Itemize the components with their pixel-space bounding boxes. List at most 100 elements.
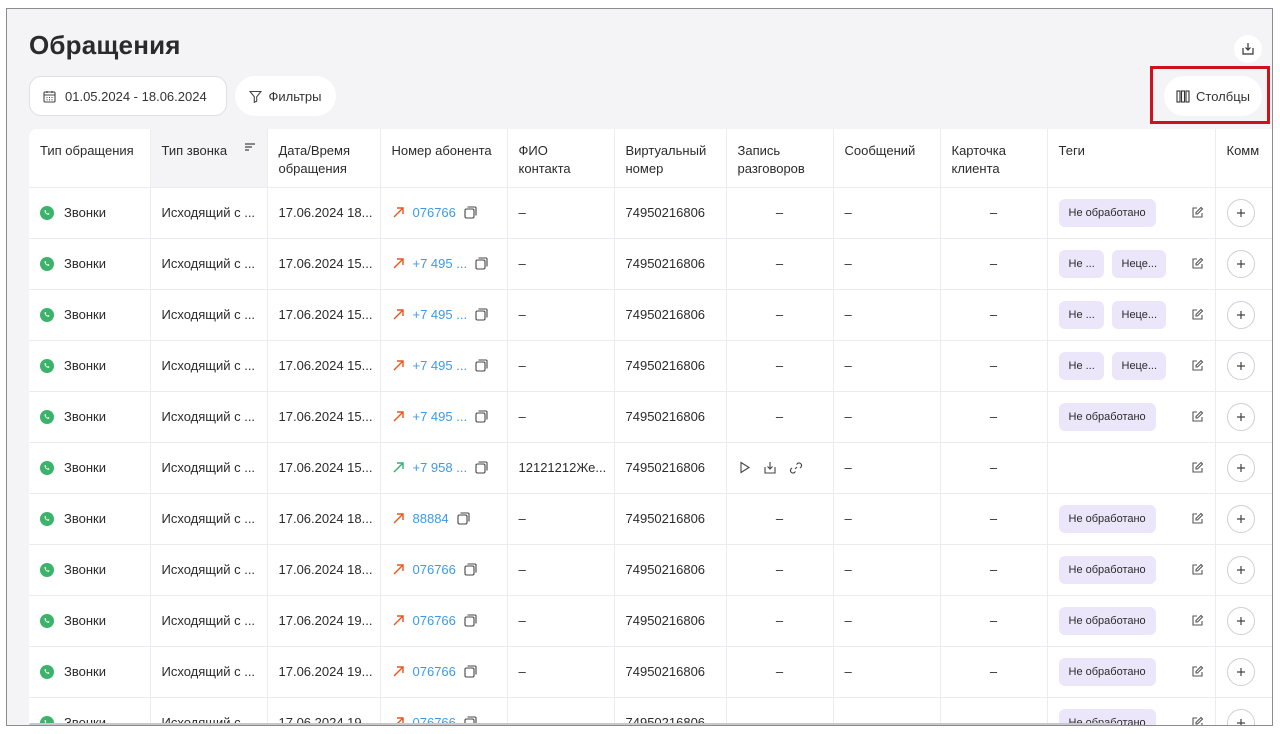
edit-icon[interactable] xyxy=(1191,206,1204,219)
add-comment-button[interactable] xyxy=(1226,453,1255,482)
edit-icon[interactable] xyxy=(1191,461,1204,474)
add-comment-button[interactable] xyxy=(1226,606,1255,635)
tag-chip[interactable]: Не ... xyxy=(1058,300,1104,329)
add-comment-button[interactable] xyxy=(1226,708,1255,725)
table-row[interactable]: Звонки Исходящий с ... 17.06.2024 15... +7 … xyxy=(29,391,1272,443)
column-header[interactable]: Виртуальный номер xyxy=(614,129,727,188)
tag-chip[interactable]: Не обработано xyxy=(1058,504,1156,533)
cell-comment xyxy=(1215,391,1272,443)
subscriber-number-link[interactable]: 88884 xyxy=(413,511,449,526)
copy-icon[interactable] xyxy=(475,359,488,372)
tag-chip[interactable]: Не обработано xyxy=(1058,198,1156,227)
column-header[interactable]: Запись разговоров xyxy=(726,129,834,188)
add-comment-button[interactable] xyxy=(1226,402,1255,431)
cell-contact-name: 12121212Же... xyxy=(507,442,615,494)
cell-messages: – xyxy=(833,595,941,647)
column-header-sorted[interactable]: Тип звонка xyxy=(150,129,268,188)
tag-chip[interactable]: Неце... xyxy=(1111,300,1166,329)
export-button[interactable] xyxy=(1234,35,1262,63)
tag-chip[interactable]: Не ... xyxy=(1058,351,1104,380)
horizontal-scrollbar[interactable] xyxy=(29,723,1119,725)
copy-icon[interactable] xyxy=(457,512,470,525)
add-comment-button[interactable] xyxy=(1226,198,1255,227)
table-row[interactable]: Звонки Исходящий с ... 17.06.2024 15... +7 … xyxy=(29,442,1272,494)
copy-icon[interactable] xyxy=(464,206,477,219)
tag-chip[interactable]: Неце... xyxy=(1111,351,1166,380)
table-row[interactable]: Звонки Исходящий с ... 17.06.2024 19... 076… xyxy=(29,595,1272,647)
phone-icon xyxy=(40,511,54,526)
tag-chip[interactable]: Не обработано xyxy=(1058,606,1156,635)
copy-icon[interactable] xyxy=(464,563,477,576)
add-comment-button[interactable] xyxy=(1226,351,1255,380)
date-range-picker[interactable]: 01.05.2024 - 18.06.2024 xyxy=(29,76,227,116)
add-comment-button[interactable] xyxy=(1226,249,1255,278)
table-row[interactable]: Звонки Исходящий с ... 17.06.2024 15... +7 … xyxy=(29,340,1272,392)
column-header[interactable]: Тип обращения xyxy=(29,129,151,188)
subscriber-number-link[interactable]: +7 495 ... xyxy=(413,256,468,271)
tag-chip[interactable]: Не обработано xyxy=(1058,402,1156,431)
plus-icon xyxy=(1236,718,1245,725)
cell-subscriber-number: +7 495 ... xyxy=(380,340,508,392)
copy-icon[interactable] xyxy=(475,308,488,321)
edit-icon[interactable] xyxy=(1191,308,1204,321)
column-header[interactable]: Дата/Время обращения xyxy=(267,129,381,188)
column-header[interactable]: Номер абонента xyxy=(380,129,508,188)
subscriber-number-link[interactable]: +7 495 ... xyxy=(413,409,468,424)
sort-icon[interactable] xyxy=(244,142,256,154)
table-row[interactable]: Звонки Исходящий с ... 17.06.2024 19... 076… xyxy=(29,646,1272,698)
edit-icon[interactable] xyxy=(1191,512,1204,525)
cell-recording: – xyxy=(726,595,834,647)
tag-chip[interactable]: Не ... xyxy=(1058,249,1104,278)
edit-icon[interactable] xyxy=(1191,563,1204,576)
subscriber-number-link[interactable]: 076766 xyxy=(413,664,456,679)
edit-icon[interactable] xyxy=(1191,410,1204,423)
edit-icon[interactable] xyxy=(1191,716,1204,726)
column-header[interactable]: Комм xyxy=(1215,129,1272,188)
plus-icon xyxy=(1236,514,1245,523)
subscriber-number-link[interactable]: 076766 xyxy=(413,205,456,220)
add-comment-button[interactable] xyxy=(1226,555,1255,584)
outgoing-arrow-icon xyxy=(393,666,404,677)
edit-icon[interactable] xyxy=(1191,614,1204,627)
filters-button[interactable]: Фильтры xyxy=(235,76,336,116)
add-comment-button[interactable] xyxy=(1226,657,1255,686)
subscriber-number-link[interactable]: +7 958 ... xyxy=(413,460,468,475)
recording-empty: – xyxy=(775,562,784,577)
phone-icon xyxy=(40,664,54,679)
add-comment-button[interactable] xyxy=(1226,300,1255,329)
recording-empty: – xyxy=(775,511,784,526)
cell-contact-name: – xyxy=(507,595,615,647)
add-comment-button[interactable] xyxy=(1226,504,1255,533)
column-header[interactable]: Карточка клиента xyxy=(940,129,1048,188)
table-row[interactable]: Звонки Исходящий с ... 17.06.2024 19... 076… xyxy=(29,697,1272,726)
subscriber-number-link[interactable]: +7 495 ... xyxy=(413,307,468,322)
columns-button[interactable]: Столбцы xyxy=(1164,76,1262,116)
column-header[interactable]: Сообщений xyxy=(833,129,941,188)
link-icon[interactable] xyxy=(789,461,803,475)
copy-icon[interactable] xyxy=(475,257,488,270)
edit-icon[interactable] xyxy=(1191,359,1204,372)
copy-icon[interactable] xyxy=(475,410,488,423)
request-type: Звонки xyxy=(64,256,106,271)
subscriber-number-link[interactable]: 076766 xyxy=(413,613,456,628)
column-header[interactable]: Теги xyxy=(1047,129,1216,188)
tag-chip[interactable]: Неце... xyxy=(1111,249,1166,278)
tag-chip[interactable]: Не обработано xyxy=(1058,555,1156,584)
copy-icon[interactable] xyxy=(475,461,488,474)
column-header[interactable]: ФИО контакта xyxy=(507,129,615,188)
copy-icon[interactable] xyxy=(464,614,477,627)
copy-icon[interactable] xyxy=(464,665,477,678)
table-row[interactable]: Звонки Исходящий с ... 17.06.2024 18... 076… xyxy=(29,187,1272,239)
download-icon[interactable] xyxy=(763,461,777,475)
tag-chip[interactable]: Не обработано xyxy=(1058,657,1156,686)
edit-icon[interactable] xyxy=(1191,257,1204,270)
table-row[interactable]: Звонки Исходящий с ... 17.06.2024 15... +7 … xyxy=(29,238,1272,290)
play-icon[interactable] xyxy=(738,461,751,474)
edit-icon[interactable] xyxy=(1191,665,1204,678)
table-row[interactable]: Звонки Исходящий с ... 17.06.2024 15... +7 … xyxy=(29,289,1272,341)
table-row[interactable]: Звонки Исходящий с ... 17.06.2024 18... 076… xyxy=(29,544,1272,596)
subscriber-number-link[interactable]: 076766 xyxy=(413,562,456,577)
table-row[interactable]: Звонки Исходящий с ... 17.06.2024 18... 888… xyxy=(29,493,1272,545)
download-icon xyxy=(1242,43,1254,55)
subscriber-number-link[interactable]: +7 495 ... xyxy=(413,358,468,373)
